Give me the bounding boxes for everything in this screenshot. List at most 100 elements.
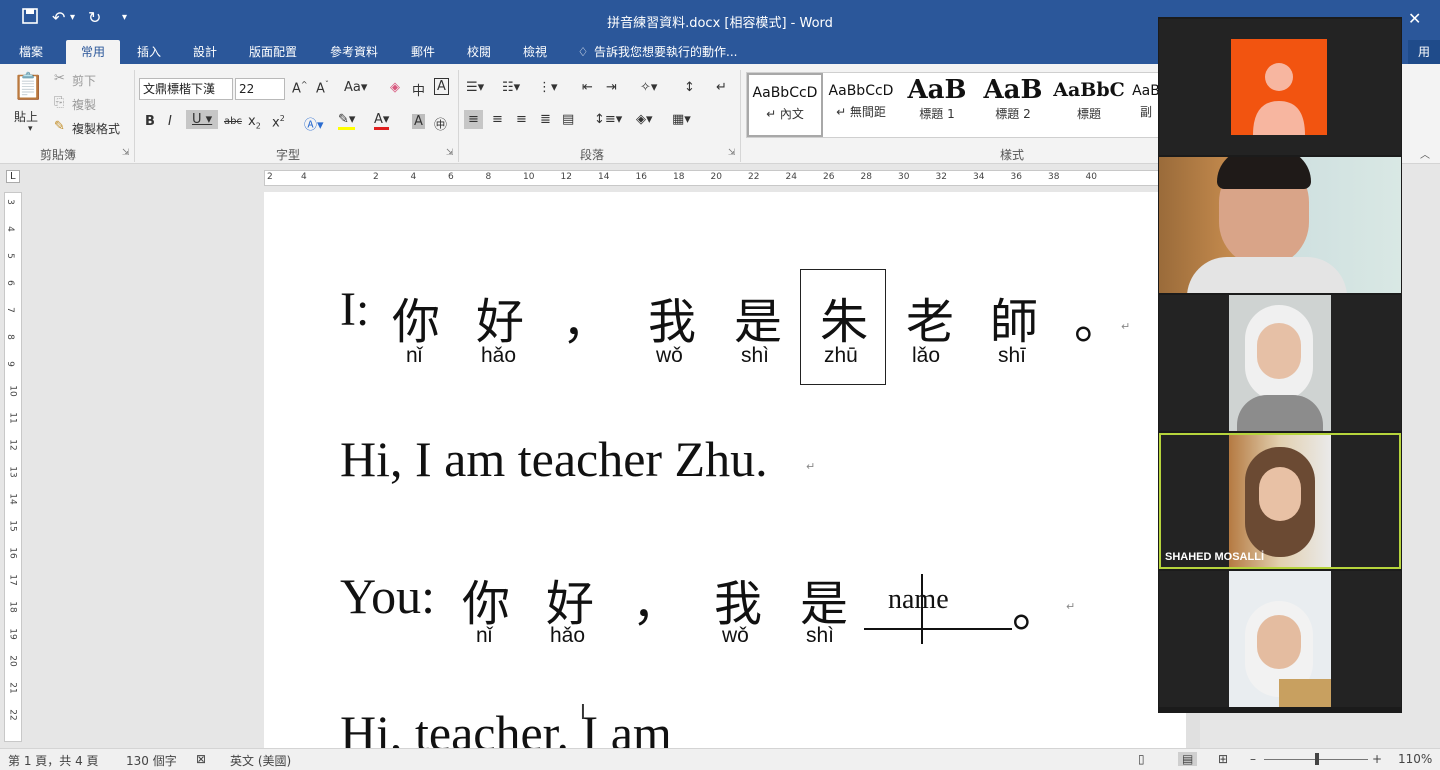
tab-layout[interactable]: 版面配置 xyxy=(240,40,306,64)
style-no-spacing[interactable]: AaBbCcD ↵ 無間距 xyxy=(823,73,899,137)
tab-home[interactable]: 常用 xyxy=(66,40,120,64)
phonetic-guide-icon[interactable]: 中 xyxy=(412,80,425,99)
tell-me-input[interactable]: 告訴我您想要執行的動作... xyxy=(594,40,754,64)
hanzi-char: 老 xyxy=(906,294,955,350)
paste-dropdown-icon[interactable]: ▾ xyxy=(28,124,33,134)
tab-view[interactable]: 檢視 xyxy=(514,40,556,64)
align-center-icon[interactable]: ≡ xyxy=(492,112,503,127)
font-color-icon[interactable]: A▾ xyxy=(374,112,390,130)
paste-button[interactable]: 貼上 xyxy=(14,108,38,125)
document-page[interactable]: I: 你 nǐ 好 hǎo ， 我 wǒ 是 shì 朱 zhū 老 lǎo 師… xyxy=(264,192,1186,752)
tab-insert[interactable]: 插入 xyxy=(128,40,170,64)
participant-tile[interactable] xyxy=(1159,19,1401,155)
show-marks-icon[interactable]: ↵ xyxy=(716,80,727,95)
style-preview: AaBbCcD xyxy=(828,83,894,99)
cut-icon[interactable]: ✂ xyxy=(54,71,65,86)
style-normal[interactable]: AaBbCcD ↵ 內文 xyxy=(747,73,823,137)
clear-formatting-icon[interactable]: ◈ xyxy=(390,80,400,95)
close-window-icon[interactable]: ✕ xyxy=(1408,9,1421,28)
zoom-level[interactable]: 110% xyxy=(1398,752,1432,766)
vertical-ruler-tick-label: 6 xyxy=(4,280,15,286)
bold-icon[interactable]: B xyxy=(145,114,155,129)
font-name-select[interactable]: 文鼎標楷下漢 xyxy=(139,78,233,100)
vertical-ruler-tick-label: 15 xyxy=(7,520,18,532)
participant-tile[interactable] xyxy=(1159,157,1401,293)
increase-indent-icon[interactable]: ⇥ xyxy=(606,80,617,95)
asian-layout-icon[interactable]: ✧▾ xyxy=(640,80,657,95)
paste-icon[interactable]: 📋 xyxy=(12,72,44,102)
vertical-ruler-tick-label: 17 xyxy=(7,574,18,586)
sort-icon[interactable]: ↕ xyxy=(684,80,695,95)
decrease-indent-icon[interactable]: ⇤ xyxy=(582,80,593,95)
blank-name-text: name xyxy=(888,584,949,615)
numbering-icon[interactable]: ☷▾ xyxy=(502,80,520,95)
copy-icon[interactable]: ⎘ xyxy=(54,95,64,110)
participant-tile[interactable] xyxy=(1159,295,1401,431)
multilevel-list-icon[interactable]: ⋮▾ xyxy=(538,80,558,95)
word-count[interactable]: 130 個字 xyxy=(126,752,177,769)
shrink-font-icon[interactable]: Aˇ xyxy=(316,80,329,96)
cut-button[interactable]: 剪下 xyxy=(72,72,96,89)
ruler-tick-label: 30 xyxy=(898,172,910,182)
enclose-characters-icon[interactable]: ㊥ xyxy=(434,114,447,133)
clipboard-launcher-icon[interactable]: ⇲ xyxy=(122,148,130,158)
language[interactable]: 英文 (美國) xyxy=(230,752,291,769)
horizontal-ruler[interactable]: 2 4 2 4 6 8 10 12 14 16 18 20 22 24 26 28 30 32 34 36 38 40 xyxy=(264,170,1164,186)
person-shirt xyxy=(1279,679,1331,707)
tab-mailings[interactable]: 郵件 xyxy=(402,40,444,64)
ruler-tick-label: 38 xyxy=(1048,172,1060,182)
italic-icon[interactable]: I xyxy=(168,114,172,129)
collapse-ribbon-icon[interactable]: ︿ xyxy=(1420,146,1430,161)
justify-icon[interactable]: ≣ xyxy=(540,112,551,127)
style-heading-1[interactable]: AaB 標題 1 xyxy=(899,73,975,137)
align-left-icon[interactable]: ≡ xyxy=(464,110,483,129)
paragraph-launcher-icon[interactable]: ⇲ xyxy=(728,148,736,158)
superscript-icon[interactable]: x2 xyxy=(272,114,285,130)
share-button[interactable]: 用 xyxy=(1407,40,1440,64)
participant-tile-active[interactable]: SHAHED MOSALLİ xyxy=(1159,433,1401,569)
character-border-icon[interactable]: A xyxy=(434,78,449,95)
highlight-icon[interactable]: ✎▾ xyxy=(338,112,356,130)
character-shading-icon[interactable]: A xyxy=(412,114,425,129)
zoom-out-icon[interactable]: – xyxy=(1250,752,1256,766)
tab-review[interactable]: 校閱 xyxy=(458,40,500,64)
distributed-icon[interactable]: ▤ xyxy=(562,112,574,127)
change-case-icon[interactable]: Aa▾ xyxy=(344,80,367,95)
read-mode-icon[interactable]: ▯ xyxy=(1138,752,1145,766)
zoom-thumb[interactable] xyxy=(1315,753,1319,765)
format-painter-button[interactable]: 複製格式 xyxy=(72,120,120,137)
zoom-in-icon[interactable]: + xyxy=(1372,752,1382,766)
line-spacing-icon[interactable]: ↕≡▾ xyxy=(594,112,622,127)
participant-tile[interactable] xyxy=(1159,571,1401,707)
person-face xyxy=(1257,615,1301,669)
borders-icon[interactable]: ▦▾ xyxy=(672,112,691,127)
lightbulb-icon: ♢ xyxy=(577,45,589,59)
font-size-select[interactable]: 22 xyxy=(235,78,285,100)
tab-references[interactable]: 參考資料 xyxy=(320,40,388,64)
screen: ↶ ▾ ↻ ▾ 拼音練習資料.docx [相容模式] - Word ✕ 檔案 常… xyxy=(0,0,1440,770)
print-layout-icon[interactable]: ▤ xyxy=(1178,752,1198,766)
align-right-icon[interactable]: ≡ xyxy=(516,112,527,127)
tab-file[interactable]: 檔案 xyxy=(8,40,54,64)
font-launcher-icon[interactable]: ⇲ xyxy=(446,148,454,158)
bullets-icon[interactable]: ☰▾ xyxy=(466,80,484,95)
hanzi-char: ， xyxy=(632,576,681,632)
page-count[interactable]: 第 1 頁，共 4 頁 xyxy=(8,752,99,769)
paragraph-group-label: 段落 xyxy=(580,148,605,162)
text-effects-icon[interactable]: Ⓐ▾ xyxy=(304,114,324,133)
web-layout-icon[interactable]: ⊞ xyxy=(1218,752,1228,766)
underline-icon[interactable]: U ▾ xyxy=(186,110,219,129)
strikethrough-icon[interactable]: abc xyxy=(224,116,242,127)
proofing-icon[interactable]: ⊠ xyxy=(196,752,206,766)
style-heading-2[interactable]: AaB 標題 2 xyxy=(975,73,1051,137)
tab-selector-icon[interactable]: L xyxy=(6,170,20,183)
tab-design[interactable]: 設計 xyxy=(184,40,226,64)
shading-icon[interactable]: ◈▾ xyxy=(636,112,653,127)
ibeam-cursor-icon: I xyxy=(580,700,586,724)
copy-button[interactable]: 複製 xyxy=(72,96,96,113)
style-title[interactable]: AaBbC 標題 xyxy=(1051,73,1127,137)
grow-font-icon[interactable]: A^ xyxy=(292,80,308,96)
styles-group-label: 樣式 xyxy=(1000,148,1025,162)
subscript-icon[interactable]: x2 xyxy=(248,114,261,131)
format-painter-icon[interactable]: ✎ xyxy=(54,119,65,134)
